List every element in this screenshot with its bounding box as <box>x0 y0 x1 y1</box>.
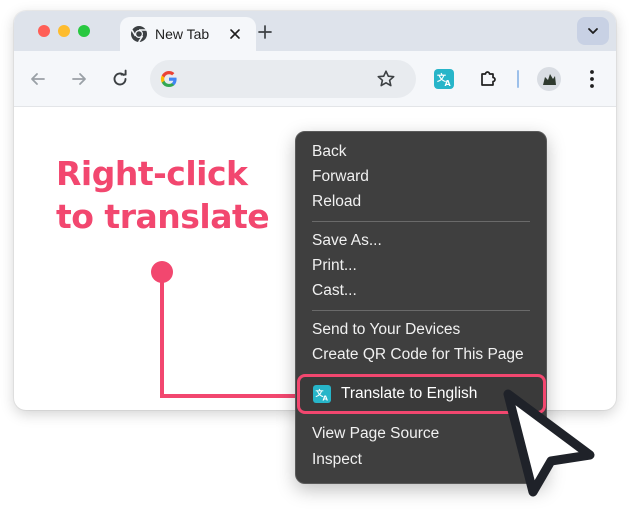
chrome-favicon-icon <box>131 26 147 43</box>
annotation-headline: Right-click to translate <box>56 154 270 236</box>
window-close-button[interactable] <box>38 25 50 37</box>
menu-item-view-page-source[interactable]: View Page Source <box>312 423 439 445</box>
reload-icon[interactable] <box>110 69 130 89</box>
menu-item-inspect[interactable]: Inspect <box>312 449 362 471</box>
profile-avatar-icon <box>543 74 556 85</box>
svg-text:A: A <box>323 395 329 403</box>
google-g-icon <box>160 70 177 88</box>
menu-item-print[interactable]: Print... <box>312 255 357 277</box>
menu-item-send-to-devices[interactable]: Send to Your Devices <box>312 319 460 341</box>
menu-item-back[interactable]: Back <box>312 141 346 163</box>
menu-item-cast[interactable]: Cast... <box>312 280 357 302</box>
tab-title: New Tab <box>155 26 210 42</box>
translate-icon: 文 A <box>313 385 331 403</box>
address-bar[interactable] <box>150 60 416 98</box>
translate-icon[interactable]: 文 A <box>434 69 454 89</box>
arrow-left-icon[interactable] <box>28 69 48 89</box>
menu-item-create-qr-code[interactable]: Create QR Code for This Page <box>312 344 524 366</box>
translate-glyph-icon: 文 A <box>316 388 329 403</box>
window-minimize-button[interactable] <box>58 25 70 37</box>
kebab-menu-icon[interactable] <box>582 68 602 90</box>
plus-icon[interactable] <box>256 23 274 41</box>
menu-item-reload[interactable]: Reload <box>312 191 361 213</box>
menu-item-forward[interactable]: Forward <box>312 166 369 188</box>
menu-item-translate-label: Translate to English <box>341 385 478 402</box>
svg-text:A: A <box>445 79 452 88</box>
menu-separator <box>312 310 530 311</box>
callout-line-vertical <box>160 272 164 398</box>
close-icon[interactable] <box>228 27 242 41</box>
puzzle-icon[interactable] <box>478 68 498 88</box>
toolbar: 文 A <box>14 51 616 107</box>
menu-separator <box>312 221 530 222</box>
star-icon[interactable] <box>376 69 396 89</box>
avatar[interactable] <box>537 67 561 91</box>
toolbar-divider <box>517 70 519 88</box>
window-maximize-button[interactable] <box>78 25 90 37</box>
mouse-cursor-icon <box>503 389 595 497</box>
tab-new-tab[interactable]: New Tab <box>120 17 256 51</box>
callout-line-horizontal <box>160 394 300 398</box>
translate-glyph-icon: 文 A <box>436 72 452 88</box>
arrow-right-icon[interactable] <box>69 69 89 89</box>
menu-item-save-as[interactable]: Save As... <box>312 230 382 252</box>
chevron-down-icon <box>588 28 598 34</box>
omnibox-input[interactable] <box>184 66 364 92</box>
tab-strip: New Tab <box>14 11 616 51</box>
tab-search-button[interactable] <box>577 17 609 45</box>
